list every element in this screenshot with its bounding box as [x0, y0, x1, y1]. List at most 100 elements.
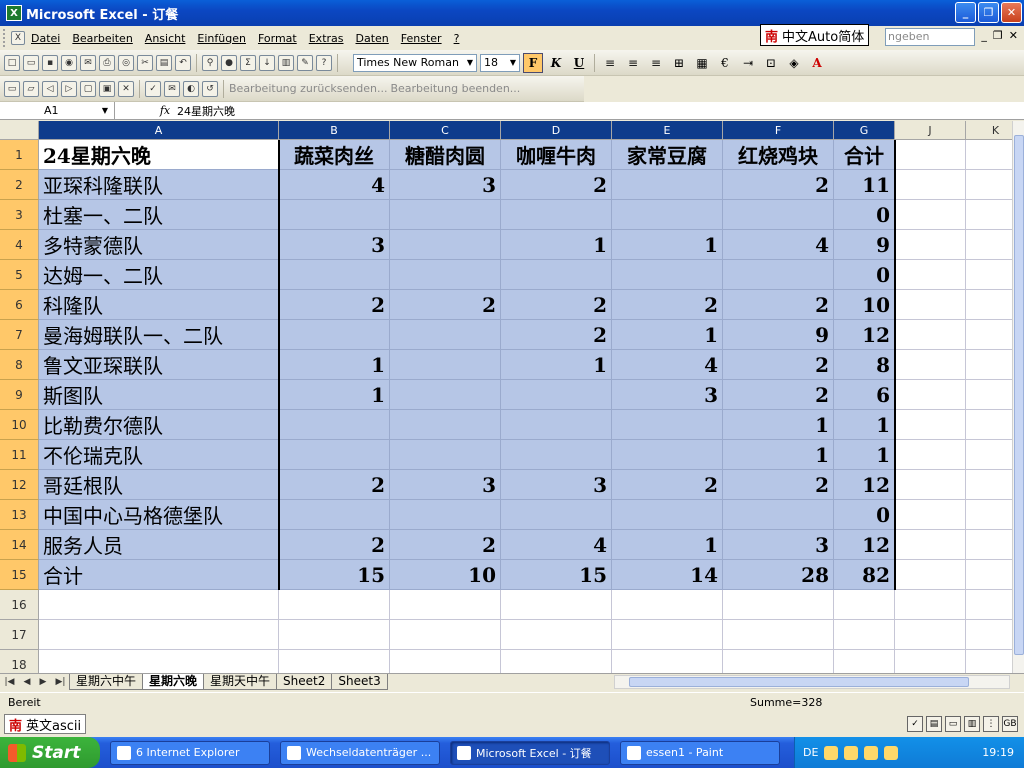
empty-cell[interactable] — [966, 650, 1012, 673]
sheet-tab-sheet3[interactable]: Sheet3 — [331, 674, 388, 690]
table-cell[interactable] — [390, 440, 501, 470]
header-cell[interactable]: 红烧鸡块 — [723, 140, 834, 170]
hyperlink-icon[interactable]: ⚲ — [202, 54, 218, 71]
font-color-icon[interactable]: A — [807, 53, 827, 73]
language-indicator[interactable]: DE — [803, 746, 818, 759]
delete-comment-icon[interactable]: ✕ — [118, 80, 134, 97]
chevron-down-icon[interactable]: ▼ — [102, 102, 108, 119]
last-sheet-icon[interactable]: ▶| — [55, 677, 65, 687]
column-header-j[interactable]: J — [895, 121, 966, 140]
table-cell[interactable]: 4 — [612, 350, 723, 380]
menu-format[interactable]: Format — [252, 32, 303, 45]
next-sheet-icon[interactable]: ▶ — [40, 677, 47, 687]
table-cell[interactable]: 10 — [390, 560, 501, 590]
table-cell[interactable]: 2 — [723, 170, 834, 200]
sheet-tab-sat-noon[interactable]: 星期六中午 — [69, 674, 144, 690]
italic-button[interactable]: K — [546, 53, 566, 73]
save-icon[interactable]: ▪ — [42, 54, 58, 71]
row-header-17[interactable]: 17 — [0, 620, 39, 650]
folder-icon[interactable]: ▭ — [4, 80, 20, 97]
table-cell[interactable] — [390, 200, 501, 230]
print-preview-icon[interactable]: ◎ — [118, 54, 134, 71]
horizontal-scroll-thumb[interactable] — [629, 677, 969, 687]
table-cell[interactable] — [723, 200, 834, 230]
menu-help[interactable]: ? — [448, 32, 466, 45]
table-cell[interactable]: 1 — [279, 350, 390, 380]
table-cell[interactable] — [390, 590, 501, 620]
table-cell[interactable]: 0 — [834, 500, 895, 530]
table-cell[interactable]: 4 — [279, 170, 390, 200]
table-cell[interactable]: 1 — [723, 440, 834, 470]
table-cell[interactable]: 亚琛科隆联队 — [39, 170, 279, 200]
table-cell[interactable]: 2 — [279, 470, 390, 500]
euro-button[interactable]: € — [715, 53, 735, 73]
autosum-icon[interactable]: Σ — [240, 54, 256, 71]
table-cell[interactable]: 9 — [723, 320, 834, 350]
empty-cell[interactable] — [895, 470, 966, 500]
row-header-12[interactable]: 12 — [0, 470, 39, 500]
table-cell[interactable]: 15 — [501, 560, 612, 590]
fill-color-icon[interactable]: ◈ — [784, 53, 804, 73]
table-cell[interactable]: 斯图队 — [39, 380, 279, 410]
first-sheet-icon[interactable]: |◀ — [5, 677, 15, 687]
empty-cell[interactable] — [966, 470, 1012, 500]
column-header-f[interactable]: F — [723, 121, 834, 140]
table-cell[interactable] — [612, 500, 723, 530]
insert-comment-icon[interactable]: ▱ — [23, 80, 39, 97]
table-cell[interactable] — [279, 410, 390, 440]
table-cell[interactable] — [612, 440, 723, 470]
empty-cell[interactable] — [966, 320, 1012, 350]
borders-icon[interactable]: ⊡ — [761, 53, 781, 73]
empty-cell[interactable] — [966, 170, 1012, 200]
empty-cell[interactable] — [895, 440, 966, 470]
workbook-close-button[interactable]: ✕ — [1009, 29, 1018, 42]
table-cell[interactable] — [279, 620, 390, 650]
table-cell[interactable]: 2 — [279, 290, 390, 320]
menu-bearbeiten[interactable]: Bearbeiten — [66, 32, 138, 45]
font-size-select[interactable]: 18 ▼ — [480, 53, 520, 72]
empty-cell[interactable] — [966, 410, 1012, 440]
table-cell[interactable]: 1 — [612, 530, 723, 560]
empty-cell[interactable] — [966, 290, 1012, 320]
table-cell[interactable] — [279, 320, 390, 350]
row-header-16[interactable]: 16 — [0, 590, 39, 620]
table-cell[interactable] — [612, 200, 723, 230]
table-cell[interactable]: 3 — [390, 170, 501, 200]
table-cell[interactable] — [723, 590, 834, 620]
cut-icon[interactable]: ✂ — [137, 54, 153, 71]
table-cell[interactable]: 12 — [834, 320, 895, 350]
row-header-15[interactable]: 15 — [0, 560, 39, 590]
table-cell[interactable] — [390, 620, 501, 650]
empty-cell[interactable] — [966, 380, 1012, 410]
table-cell[interactable] — [390, 260, 501, 290]
menu-daten[interactable]: Daten — [350, 32, 395, 45]
show-all-comments-icon[interactable]: ▣ — [99, 80, 115, 97]
table-cell[interactable] — [501, 650, 612, 673]
empty-cell[interactable] — [895, 200, 966, 230]
paste-icon[interactable]: ▤ — [156, 54, 172, 71]
empty-cell[interactable] — [895, 290, 966, 320]
table-cell[interactable]: 11 — [834, 170, 895, 200]
row-header-11[interactable]: 11 — [0, 440, 39, 470]
row-header-7[interactable]: 7 — [0, 320, 39, 350]
table-cell[interactable]: 1 — [501, 230, 612, 260]
vertical-scroll-thumb[interactable] — [1014, 135, 1024, 655]
table-cell[interactable] — [501, 260, 612, 290]
table-cell[interactable] — [501, 590, 612, 620]
table-cell[interactable] — [501, 440, 612, 470]
table-cell[interactable]: 达姆一、二队 — [39, 260, 279, 290]
table-cell[interactable] — [279, 500, 390, 530]
row-header-10[interactable]: 10 — [0, 410, 39, 440]
row-header-9[interactable]: 9 — [0, 380, 39, 410]
table-cell[interactable]: 中国中心马格德堡队 — [39, 500, 279, 530]
taskbar-item-ie[interactable]: 6 Internet Explorer — [110, 740, 270, 765]
table-cell[interactable]: 杜塞一、二队 — [39, 200, 279, 230]
next-comment-icon[interactable]: ▷ — [61, 80, 77, 97]
sheet-tab-sun-noon[interactable]: 星期天中午 — [203, 674, 278, 690]
table-cell[interactable] — [390, 380, 501, 410]
table-cell[interactable] — [834, 590, 895, 620]
menu-ansicht[interactable]: Ansicht — [139, 32, 192, 45]
table-cell[interactable]: 曼海姆联队一、二队 — [39, 320, 279, 350]
column-header-d[interactable]: D — [501, 121, 612, 140]
table-cell[interactable] — [501, 410, 612, 440]
